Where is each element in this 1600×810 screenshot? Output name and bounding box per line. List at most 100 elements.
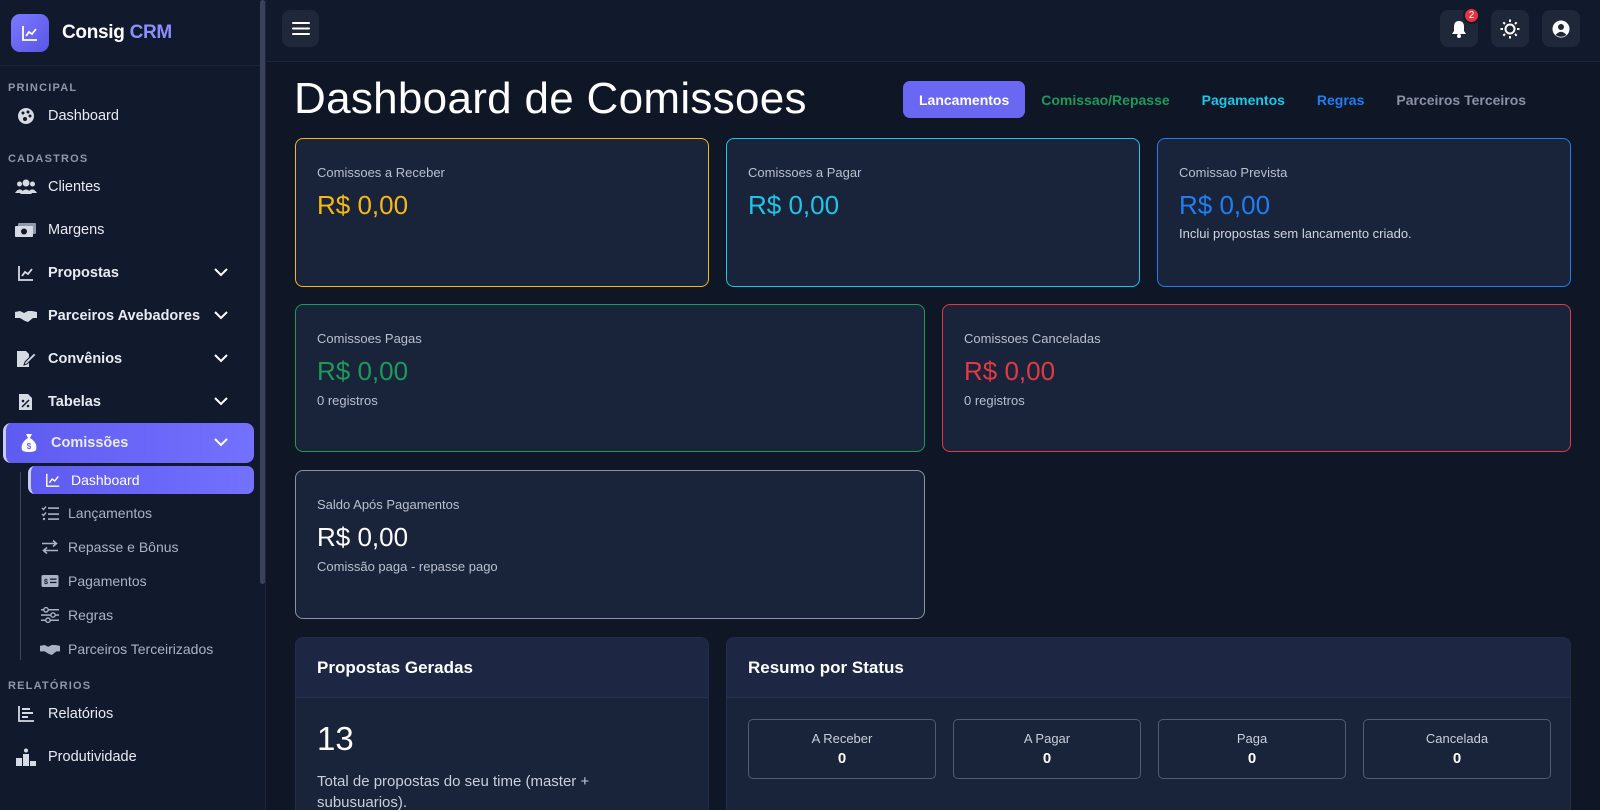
sidebar-item-tabelas[interactable]: Tabelas (0, 380, 265, 423)
sidebar-item-dashboard[interactable]: Dashboard (0, 94, 265, 137)
section-cadastros: CADASTROS (8, 153, 89, 165)
status-label: A Pagar (1023, 731, 1071, 746)
sidebar-item-label: Propostas (48, 264, 119, 281)
chart-line-icon (43, 470, 63, 490)
panel-title: Propostas Geradas (296, 638, 708, 698)
tab-regras[interactable]: Regras (1301, 81, 1380, 118)
sun-icon (1500, 19, 1520, 38)
theme-toggle-button[interactable] (1491, 10, 1529, 47)
sidebar-item-produtividade[interactable]: Produtividade (0, 735, 265, 778)
tab-comissao-repasse[interactable]: Comissao/Repasse (1025, 81, 1185, 118)
subnav-item-label: Lançamentos (68, 505, 153, 521)
card-comissoes-pagas: Comissoes Pagas R$ 0,00 0 registros (295, 304, 925, 452)
card-saldo-apos-pagamentos: Saldo Após Pagamentos R$ 0,00 Comissão p… (295, 470, 925, 619)
status-box-cancelada: Cancelada 0 (1363, 719, 1551, 779)
status-box-a-pagar: A Pagar 0 (953, 719, 1141, 779)
card-comissoes-pagar: Comissoes a Pagar R$ 0,00 (726, 138, 1140, 287)
handshake-icon (40, 639, 60, 659)
sidebar-item-convenios[interactable]: Convênios (0, 337, 265, 380)
status-label: A Receber (811, 731, 873, 746)
card-label: Comissoes Canceladas (964, 331, 1101, 346)
status-value: 0 (1247, 750, 1257, 767)
subnav-item-label: Parceiros Terceirizados (68, 641, 214, 657)
subnav-item-repasse[interactable]: Repasse e Bônus (20, 530, 265, 564)
svg-text:$: $ (27, 442, 32, 451)
topbar: 2 (266, 0, 1600, 62)
status-label: Paga (1236, 731, 1268, 746)
comissoes-subnav: Dashboard Lançamentos Repasse e Bônus $ … (20, 466, 265, 666)
propostas-description: Total de propostas do seu time (master +… (317, 771, 589, 810)
chevron-down-icon (214, 265, 228, 281)
propostas-count: 13 (317, 720, 354, 757)
description-line: subusuarios). (317, 794, 408, 810)
sidebar-item-comissoes[interactable]: $ Comissões (3, 423, 254, 463)
notification-badge: 2 (1463, 7, 1480, 24)
notifications-button[interactable]: 2 (1440, 7, 1480, 47)
money-bill-icon (15, 219, 37, 241)
description-line: Total de propostas do seu time (master + (317, 773, 590, 790)
card-label: Comissoes Pagas (317, 331, 422, 346)
card-label: Saldo Após Pagamentos (317, 497, 460, 512)
sidebar-item-parceiros[interactable]: Parceiros Avebadores (0, 294, 265, 337)
sidebar-item-label: Margens (48, 221, 105, 238)
card-value: R$ 0,00 (317, 190, 409, 220)
sidebar-item-label: Produtividade (48, 748, 137, 765)
svg-text:$: $ (44, 579, 48, 586)
sidebar-item-label: Tabelas (48, 393, 101, 410)
sidebar-item-label: Comissões (51, 435, 129, 451)
menu-toggle-button[interactable] (282, 10, 319, 47)
card-comissoes-canceladas: Comissoes Canceladas R$ 0,00 0 registros (942, 304, 1571, 452)
subnav-item-dashboard[interactable]: Dashboard (28, 466, 254, 494)
subnav-item-label: Pagamentos (68, 573, 147, 589)
chevron-down-icon (214, 308, 228, 324)
sidebar-item-clientes[interactable]: Clientes (0, 165, 265, 208)
subnav-item-terceirizados[interactable]: Parceiros Terceirizados (20, 632, 265, 666)
status-value: 0 (1042, 750, 1052, 767)
status-label: Cancelada (1425, 731, 1489, 746)
sidebar-item-label: Convênios (48, 350, 123, 367)
brand[interactable]: Consig CRM (0, 0, 265, 66)
card-subtext: 0 registros (317, 393, 378, 408)
card-value: R$ 0,00 (317, 356, 409, 386)
tab-pagamentos[interactable]: Pagamentos (1186, 81, 1301, 118)
user-menu-button[interactable] (1542, 10, 1580, 47)
subnav-item-label: Dashboard (71, 472, 140, 488)
sidebar-item-relatorios[interactable]: Relatórios (0, 692, 265, 735)
card-subtext: Comissão paga - repasse pago (317, 559, 498, 574)
tab-lancamentos[interactable]: Lancamentos (903, 81, 1026, 118)
chart-line-icon (15, 262, 37, 284)
subnav-item-regras[interactable]: Regras (20, 598, 265, 632)
card-label: Comissoes a Receber (317, 165, 445, 180)
chart-line-icon (11, 13, 49, 52)
list-check-icon (40, 503, 60, 523)
sidebar-item-margens[interactable]: Margens (0, 208, 265, 251)
sidebar-item-label: Dashboard (48, 107, 119, 124)
brand-name: Consig CRM (62, 21, 172, 43)
user-circle-icon (1552, 20, 1570, 37)
status-value: 0 (1452, 750, 1462, 767)
status-box-a-receber: A Receber 0 (748, 719, 936, 779)
file-percent-icon (15, 391, 37, 413)
card-comissoes-receber: Comissoes a Receber R$ 0,00 (295, 138, 709, 287)
card-label: Comissoes a Pagar (748, 165, 862, 180)
money-bag-icon: $ (18, 432, 40, 454)
chevron-down-icon (214, 394, 228, 410)
tab-parceiros-terceiros[interactable]: Parceiros Terceiros (1380, 81, 1542, 118)
hamburger-icon (291, 22, 310, 35)
sidebar-item-propostas[interactable]: Propostas (0, 251, 265, 294)
sidebar: Consig CRM PRINCIPAL Dashboard CADASTROS… (0, 0, 266, 810)
sidebar-item-label: Parceiros Avebadores (48, 307, 201, 324)
card-subtext: Inclui propostas sem lancamento criado. (1179, 226, 1412, 241)
sidebar-item-label: Relatórios (48, 705, 114, 722)
arrows-exchange-icon (40, 537, 60, 557)
handshake-icon (15, 305, 37, 327)
section-principal: PRINCIPAL (8, 82, 78, 94)
chart-bar-icon (15, 703, 37, 725)
subnav-item-pagamentos[interactable]: $ Pagamentos (20, 564, 265, 598)
subnav-item-lancamentos[interactable]: Lançamentos (20, 496, 265, 530)
status-box-paga: Paga 0 (1158, 719, 1346, 779)
card-value: R$ 0,00 (748, 190, 840, 220)
subnav-item-label: Repasse e Bônus (68, 539, 179, 555)
panel-propostas-geradas: Propostas Geradas 13 Total de propostas … (295, 637, 709, 810)
chevron-down-icon (214, 351, 228, 367)
